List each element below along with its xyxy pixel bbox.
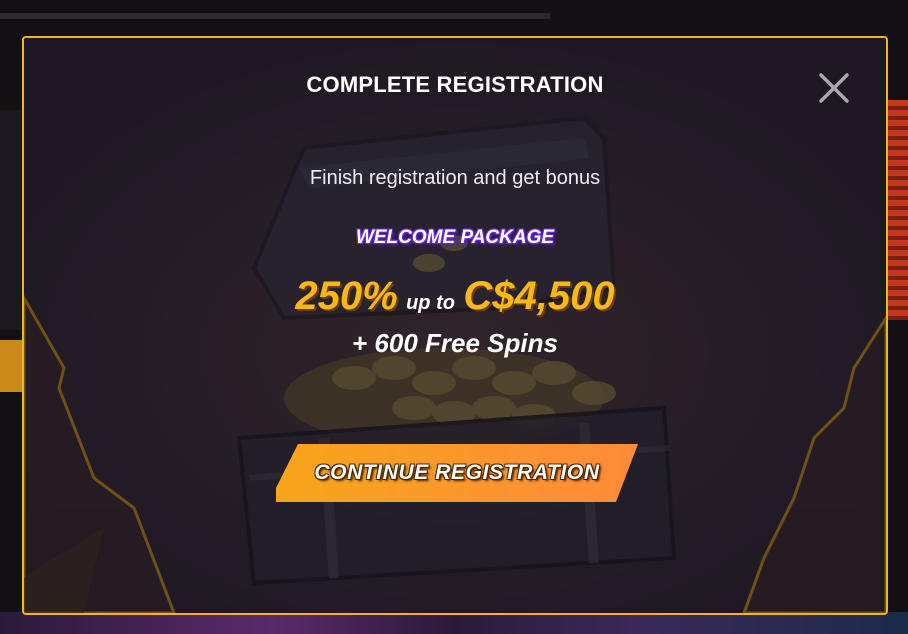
welcome-package-label: WELCOME PACKAGE <box>355 227 555 248</box>
treasure-chest-illustration <box>24 38 886 613</box>
bonus-percent: 250% <box>295 274 398 318</box>
registration-modal: COMPLETE REGISTRATION Finish registratio… <box>22 36 888 615</box>
close-button[interactable] <box>814 68 854 108</box>
bonus-up-to-text: up to <box>406 292 455 314</box>
modal-title: COMPLETE REGISTRATION <box>306 72 604 97</box>
continue-registration-button[interactable]: CONTINUE REGISTRATION <box>276 442 638 504</box>
bonus-amount: C$4,500 <box>463 274 615 318</box>
background-left-panel <box>0 110 22 330</box>
background-game-thumbnails <box>0 612 908 634</box>
continue-registration-label: CONTINUE REGISTRATION <box>314 461 600 484</box>
background-right-banner <box>887 100 908 320</box>
close-icon <box>819 73 849 103</box>
background-left-button <box>0 340 22 392</box>
bonus-offer: 250% up to C$4,500 <box>24 274 886 319</box>
free-spins-text: + 600 Free Spins <box>352 328 558 358</box>
background-progress-bar <box>0 13 550 19</box>
modal-subtitle: Finish registration and get bonus <box>309 167 601 189</box>
